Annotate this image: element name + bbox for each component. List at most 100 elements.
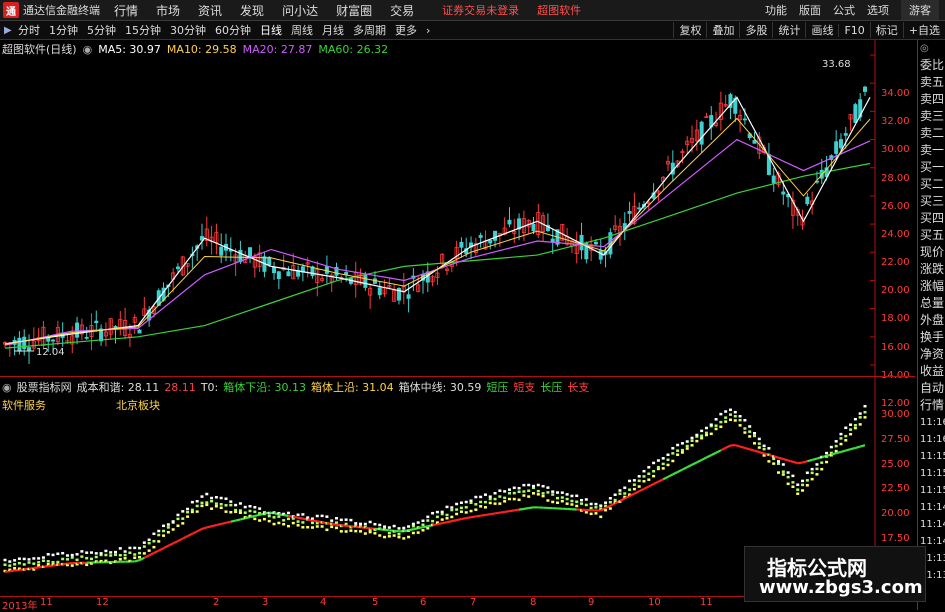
box-dot [575, 495, 578, 498]
box-dot [494, 498, 497, 501]
target-icon[interactable]: ◎ [918, 40, 945, 57]
quote-field-label[interactable]: 自动 [918, 380, 945, 397]
box-dot [729, 419, 732, 422]
box-dot [378, 534, 381, 537]
box-dot [282, 523, 285, 526]
support-line-seg [654, 482, 659, 484]
box-dot [671, 460, 674, 463]
indicator-tick: 20.00 [881, 508, 910, 519]
date-label: 10 [648, 597, 661, 608]
quote-field-label: 买四 [918, 210, 945, 227]
box-dot [489, 498, 492, 501]
box-dot [537, 490, 540, 493]
box-dot [599, 504, 602, 507]
box-dot [18, 557, 21, 560]
support-line-seg [43, 566, 48, 567]
support-line-seg [188, 534, 193, 536]
box-dot [277, 515, 280, 518]
box-dot [566, 493, 569, 496]
box-dot [176, 525, 179, 528]
support-line-seg [514, 510, 519, 511]
panel-divider[interactable] [0, 376, 915, 377]
box-dot [791, 481, 794, 484]
box-dot [436, 511, 439, 514]
support-line-seg [15, 570, 20, 571]
quote-field-label: 现价 [918, 244, 945, 261]
box-dot [301, 521, 304, 524]
box-dot [176, 518, 179, 521]
quote-field-label[interactable]: 行情 [918, 397, 945, 414]
candle-body [18, 338, 21, 351]
support-line-seg [682, 467, 687, 469]
box-dot [503, 500, 506, 503]
box-dot [777, 460, 780, 463]
box-dot [734, 411, 737, 414]
box-dot [522, 490, 525, 493]
box-dot [782, 470, 785, 473]
box-dot [743, 431, 746, 434]
box-dot [753, 435, 756, 438]
box-dot [815, 473, 818, 476]
box-dot [681, 451, 684, 454]
price-axis: 34.0032.0030.0028.0026.0024.0022.0020.00… [875, 40, 915, 610]
sector-beijing[interactable]: 北京板块 [116, 397, 160, 413]
box-dot [460, 501, 463, 504]
box-dot [258, 507, 261, 510]
candle-body [479, 236, 482, 238]
box-dot [316, 525, 319, 528]
box-dot [695, 440, 698, 443]
box-dot [172, 520, 175, 523]
indicator-source[interactable]: 股票指标网 [17, 379, 72, 395]
settings-circle-icon[interactable]: ◉ [2, 381, 12, 394]
candle-body [854, 105, 857, 123]
box-dot [739, 419, 742, 422]
box-dot [47, 553, 50, 556]
date-label: 8 [530, 597, 536, 608]
box-dot [715, 418, 718, 421]
support-line-seg [312, 520, 317, 521]
box-dot [537, 493, 540, 496]
box-dot [234, 504, 237, 507]
box-dot [85, 551, 88, 554]
box-dot [215, 496, 218, 499]
box-dot [85, 557, 88, 560]
price-tick: 28.00 [881, 173, 910, 184]
support-line-seg [5, 571, 10, 572]
price-tick: 18.00 [881, 313, 910, 324]
support-line-seg [668, 474, 673, 476]
box-dot [657, 466, 660, 469]
box-dot [412, 525, 415, 528]
box-dot [80, 550, 83, 553]
trade-time: 11:15 [918, 448, 945, 465]
box-dot [446, 506, 449, 509]
chart-canvas[interactable]: 33.6812.04 [0, 0, 915, 596]
box-dot [378, 524, 381, 527]
box-dot [811, 472, 814, 475]
date-label: 3 [262, 597, 268, 608]
box-dot [426, 527, 429, 530]
price-tick: 12.00 [881, 398, 910, 409]
box-dot [42, 559, 45, 562]
box-dot [710, 423, 713, 426]
support-line-seg [692, 462, 697, 464]
box-dot [191, 501, 194, 504]
candle-body [248, 248, 251, 258]
box-dot [311, 522, 314, 525]
box-dot [801, 484, 804, 487]
support-line-seg [610, 503, 615, 505]
box-dot [119, 558, 122, 561]
box-dot [811, 478, 814, 481]
support-line-seg [255, 515, 260, 516]
box-dot [470, 510, 473, 513]
support-line-seg [788, 460, 793, 461]
support-line-seg [183, 536, 188, 538]
box-dot [345, 530, 348, 533]
box-dot [743, 427, 746, 430]
box-dot [748, 435, 751, 438]
sector-software[interactable]: 软件服务 [2, 397, 46, 413]
box-dot [763, 445, 766, 448]
indicator-tick: 30.00 [881, 409, 910, 420]
quote-field-label: 买三 [918, 193, 945, 210]
box-dot [691, 437, 694, 440]
box-lower-label: 箱体下沿: 30.13 [223, 379, 306, 395]
